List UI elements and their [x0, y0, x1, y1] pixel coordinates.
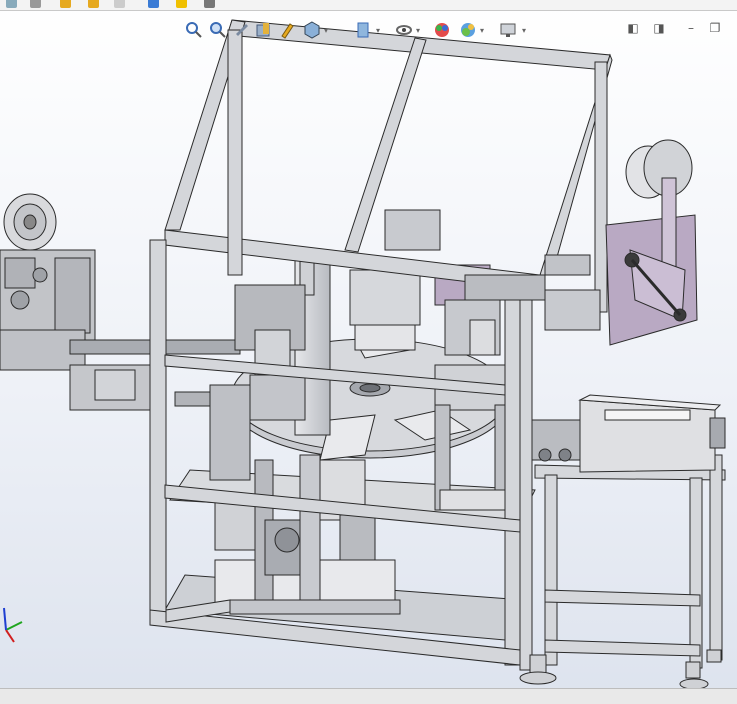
apply-scene-icon[interactable] — [458, 20, 478, 40]
edit-appearance-icon[interactable] — [432, 20, 452, 40]
warning-icon[interactable] — [176, 0, 187, 8]
view-settings-icon[interactable] — [498, 20, 518, 40]
camera-icon[interactable] — [204, 0, 215, 8]
dynamic-annotation-icon[interactable] — [278, 20, 298, 40]
hide-show-items-icon[interactable] — [394, 20, 414, 40]
side-table — [534, 454, 726, 669]
display-style-icon[interactable] — [354, 20, 374, 40]
chevron-down-icon[interactable]: ▾ — [522, 26, 526, 35]
relation-icon[interactable] — [114, 0, 125, 8]
tile-right-icon[interactable]: ◨ — [651, 20, 667, 36]
minimize-icon[interactable]: – — [683, 20, 699, 36]
left-tape-feeder[interactable] — [0, 193, 241, 411]
electric-box[interactable] — [578, 394, 726, 473]
options-gear-icon[interactable] — [30, 0, 41, 8]
coordinate-triad — [3, 607, 23, 643]
chevron-down-icon[interactable]: ▾ — [416, 26, 420, 35]
window-controls: ◧ ◨ – ❐ — [621, 18, 731, 40]
zoom-to-area-icon[interactable] — [208, 20, 228, 40]
chevron-down-icon[interactable]: ▾ — [480, 26, 484, 35]
tile-left-icon[interactable]: ◧ — [625, 20, 641, 36]
zoom-to-fit-icon[interactable] — [184, 20, 204, 40]
chevron-down-icon[interactable]: ▾ — [376, 26, 380, 35]
heads-up-view-toolbar: ▾ ▾ ▾ ▾ ▾ — [182, 18, 542, 44]
section-view-icon[interactable] — [254, 20, 274, 40]
graphics-area[interactable] — [0, 10, 737, 690]
view-orientation-icon[interactable] — [302, 20, 322, 40]
status-bar — [0, 688, 737, 704]
restore-icon[interactable]: ❐ — [707, 20, 723, 36]
evaluate-icon[interactable] — [148, 0, 159, 8]
assembly-model — [0, 19, 726, 690]
smart-dimension-icon[interactable] — [88, 0, 99, 8]
sketch-icon[interactable] — [60, 0, 71, 8]
chevron-down-icon[interactable]: ▾ — [324, 26, 328, 35]
part-icon[interactable] — [6, 0, 17, 8]
previous-view-icon[interactable] — [232, 20, 252, 40]
